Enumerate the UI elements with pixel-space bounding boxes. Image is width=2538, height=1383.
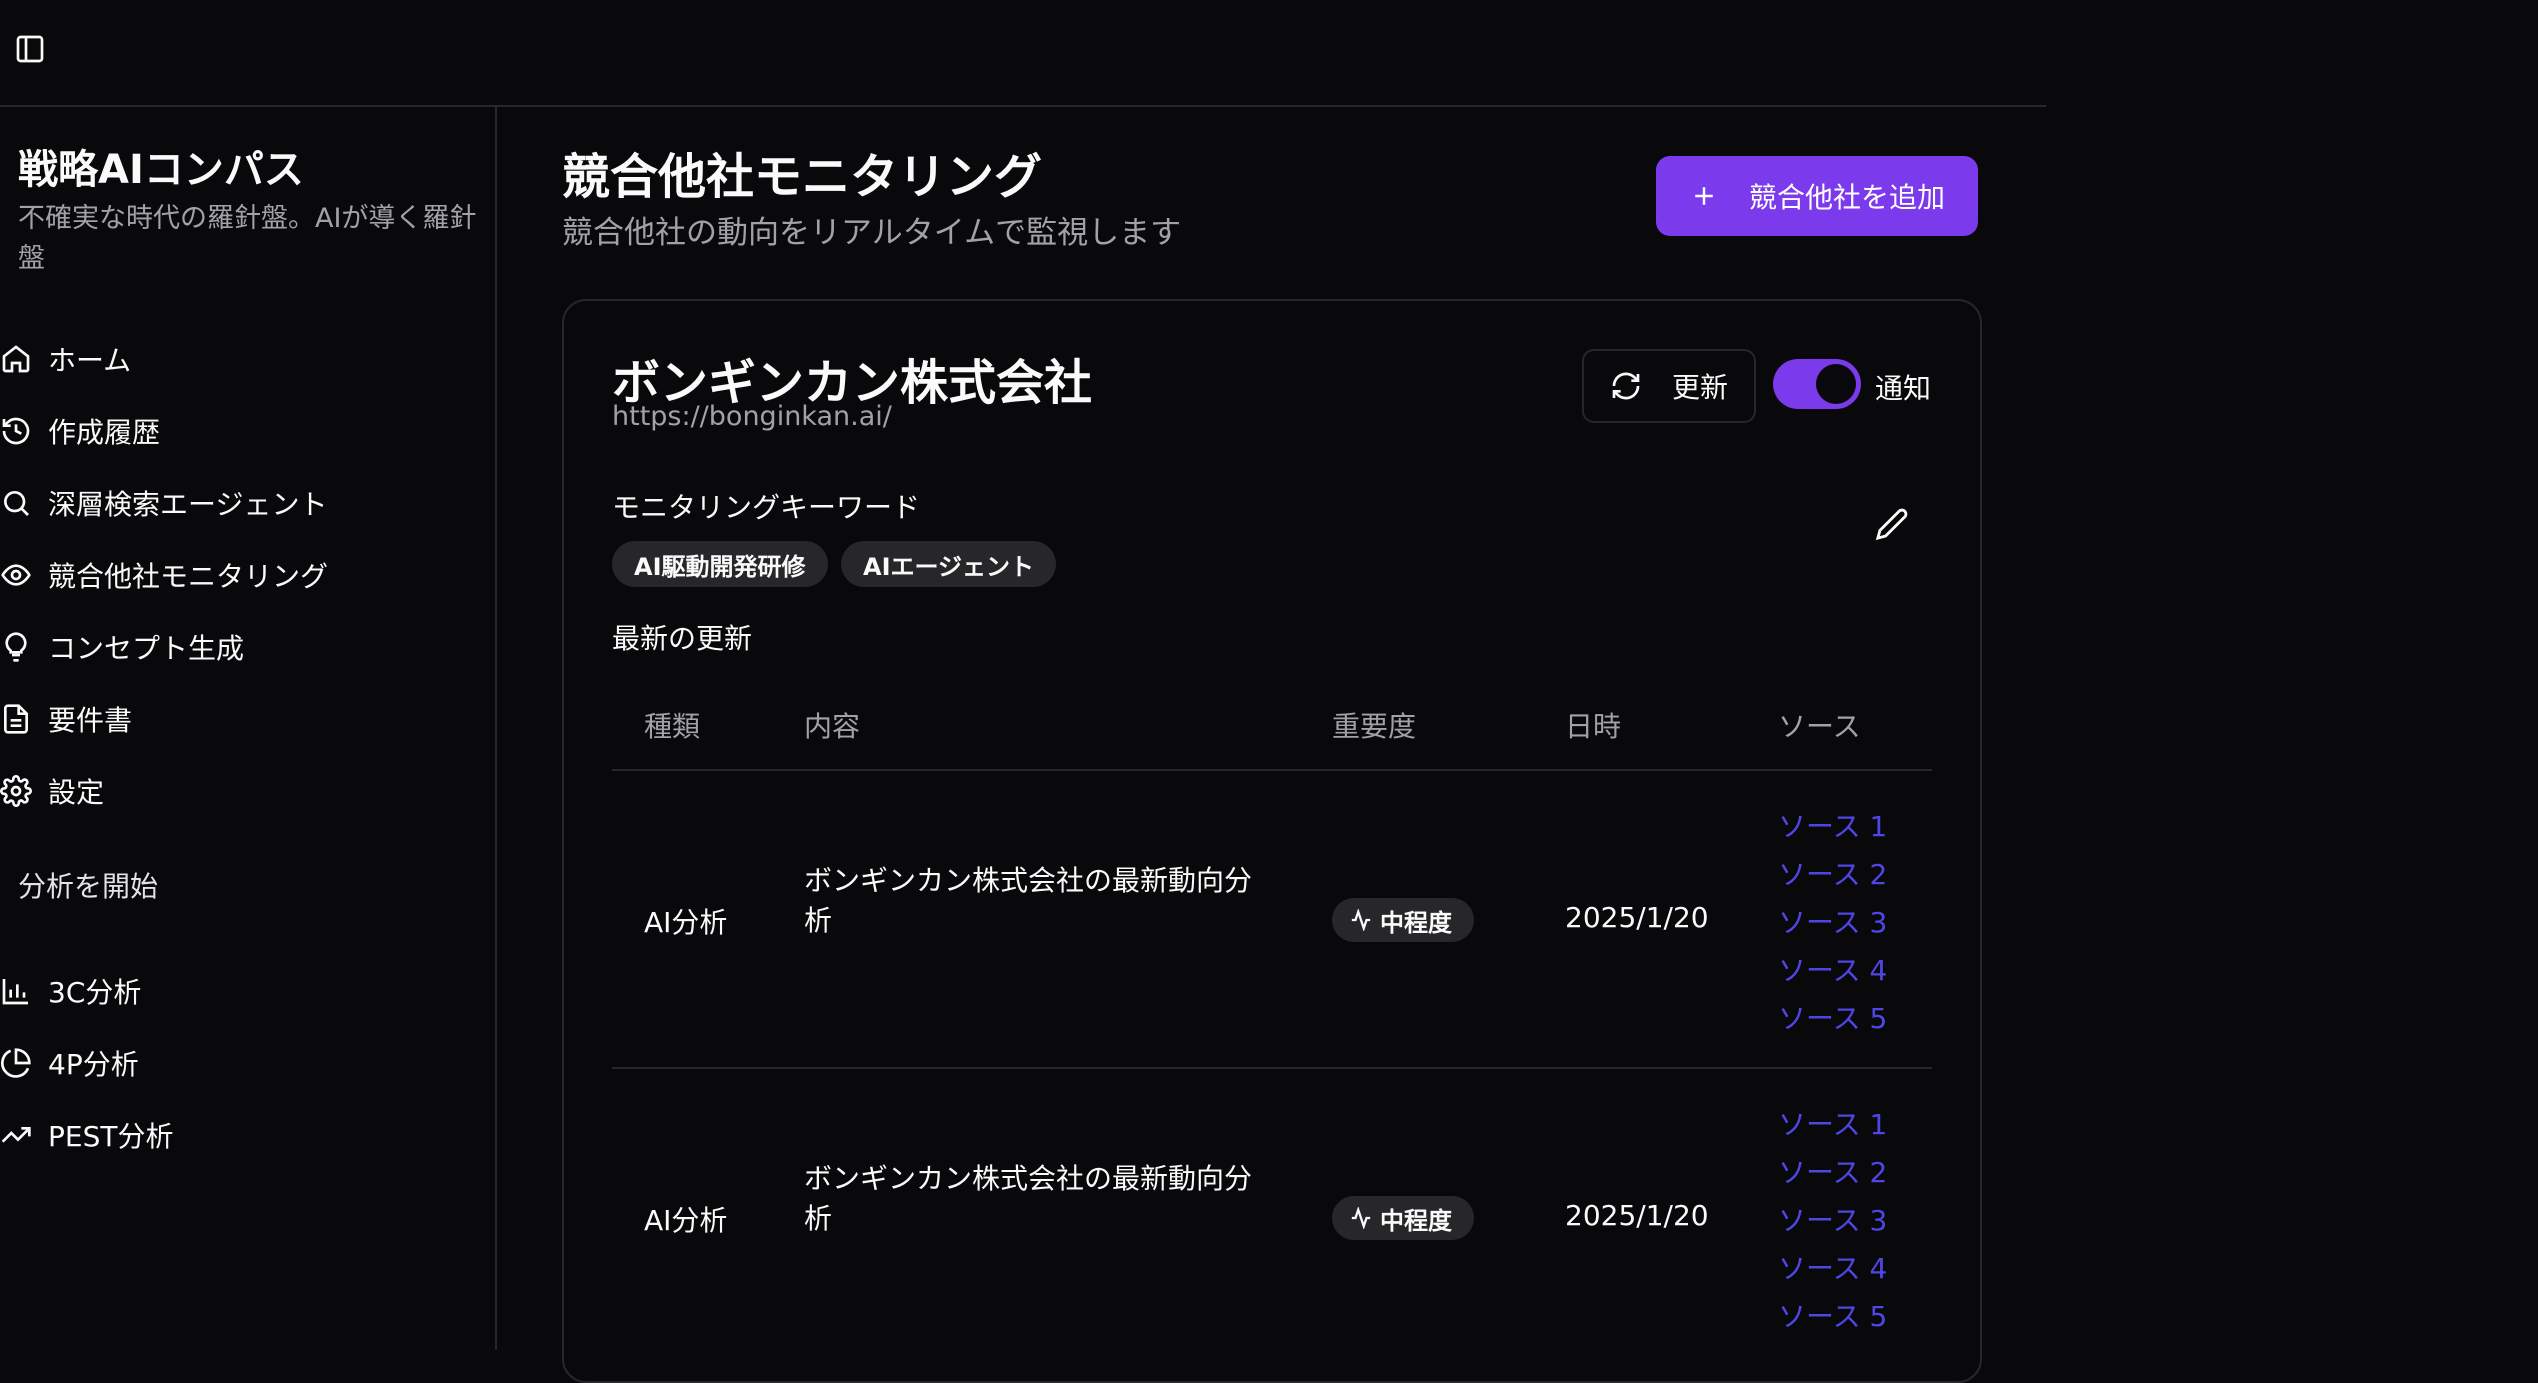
add-competitor-label: 競合他社を追加 [1748,181,1945,214]
plus-icon [1695,187,1713,205]
pencil-icon[interactable] [1875,507,1909,541]
notification-toggle[interactable] [1773,359,1861,409]
source-link[interactable]: ソース 1 [1778,1103,1887,1143]
source-link[interactable]: ソース 4 [1778,949,1887,989]
sidebar-item-settings[interactable]: 設定 [0,761,104,821]
activity-icon [1351,909,1371,931]
column-header-type: 種類 [644,710,701,743]
importance-label: 中程度 [1380,908,1452,937]
sidebar-item-4p[interactable]: 4P分析 [0,1033,139,1093]
sidebar-toggle-icon[interactable] [14,33,46,65]
sidebar-item-label: 深層検索エージェント [48,488,328,521]
sidebar-item-requirements[interactable]: 要件書 [0,689,132,749]
competitor-card: ボンギンカン株式会社 https://bonginkan.ai/ 更新 通知 モ… [562,299,1982,1383]
row-date: 2025/1/20 [1565,901,1709,934]
row-date: 2025/1/20 [1565,1199,1709,1232]
eye-icon [1,564,31,586]
keyword-chip: AI駆動開発研修 [612,541,828,587]
sidebar-item-label: 競合他社モニタリング [48,560,329,593]
sidebar-item-label: 作成履歴 [48,416,161,449]
source-link[interactable]: ソース 2 [1778,853,1887,893]
source-link[interactable]: ソース 5 [1778,997,1887,1037]
top-bar [0,0,2046,107]
sidebar: 戦略AIコンパス 不確実な時代の羅針盤。AIが導く羅針盤 ホーム 作成履歴 深層… [0,107,497,1350]
column-header-date: 日時 [1565,710,1622,743]
brand-title: 戦略AIコンパス [18,147,304,193]
sidebar-item-label: コンセプト生成 [48,632,245,665]
sidebar-item-home[interactable]: ホーム [0,329,131,389]
lightbulb-icon [5,632,27,662]
brand-tagline: 不確実な時代の羅針盤。AIが導く羅針盤 [18,203,477,274]
bar-chart-icon [2,979,28,1005]
latest-updates-label: 最新の更新 [612,622,753,655]
notification-label: 通知 [1875,372,1932,405]
column-header-content: 内容 [804,710,861,743]
source-link[interactable]: ソース 3 [1778,901,1887,941]
activity-icon [1351,1207,1371,1229]
sidebar-item-label: ホーム [48,344,132,377]
keyword-chip: AIエージェント [841,541,1057,587]
home-icon [2,345,30,373]
sidebar-item-competitor-monitoring[interactable]: 競合他社モニタリング [0,545,328,605]
sidebar-item-concept[interactable]: コンセプト生成 [0,617,244,677]
refresh-label: 更新 [1671,371,1728,404]
sidebar-item-label: 3C分析 [48,976,142,1009]
source-link[interactable]: ソース 3 [1778,1199,1887,1239]
source-link[interactable]: ソース 1 [1778,805,1887,845]
history-icon [2,417,30,445]
sidebar-item-history[interactable]: 作成履歴 [0,401,160,461]
source-link[interactable]: ソース 5 [1778,1295,1887,1335]
company-url[interactable]: https://bonginkan.ai/ [612,401,892,432]
toggle-knob [1816,364,1856,404]
sidebar-item-deep-search[interactable]: 深層検索エージェント [0,473,327,533]
sidebar-item-label: 要件書 [48,704,133,737]
pie-chart-icon [1,1048,31,1078]
section-label-analysis: 分析を開始 [18,870,159,903]
gear-icon [0,775,32,807]
importance-label: 中程度 [1380,1206,1452,1235]
importance-badge: 中程度 [1332,898,1474,942]
sidebar-item-label: 4P分析 [48,1048,139,1081]
sidebar-item-3c[interactable]: 3C分析 [0,961,141,1021]
importance-badge: 中程度 [1332,1196,1474,1240]
table-divider [612,1067,1932,1069]
refresh-button[interactable]: 更新 [1582,349,1756,423]
source-link[interactable]: ソース 2 [1778,1151,1887,1191]
search-icon [4,491,29,516]
row-type: AI分析 [644,906,728,939]
column-header-importance: 重要度 [1332,710,1417,743]
document-icon [4,704,28,734]
trending-up-icon [1,1127,31,1143]
add-competitor-button[interactable]: 競合他社を追加 [1656,156,1978,236]
row-content: ボンギンカン株式会社の最新動向分析 [804,1162,1253,1235]
sidebar-item-pest[interactable]: PEST分析 [0,1105,173,1165]
row-content: ボンギンカン株式会社の最新動向分析 [804,864,1253,937]
column-header-source: ソース [1778,710,1861,743]
page-title: 競合他社モニタリング [562,149,1043,205]
table-divider [612,769,1932,771]
refresh-icon [1612,372,1640,400]
source-link[interactable]: ソース 4 [1778,1247,1887,1287]
row-type: AI分析 [644,1204,728,1237]
sidebar-item-label: PEST分析 [48,1120,174,1153]
sidebar-item-label: 設定 [48,776,105,809]
keywords-label: モニタリングキーワード [612,491,921,524]
page-subtitle: 競合他社の動向をリアルタイムで監視します [562,215,1182,251]
main-content: 競合他社モニタリング 競合他社の動向をリアルタイムで監視します 競合他社を追加 … [497,107,2046,1383]
